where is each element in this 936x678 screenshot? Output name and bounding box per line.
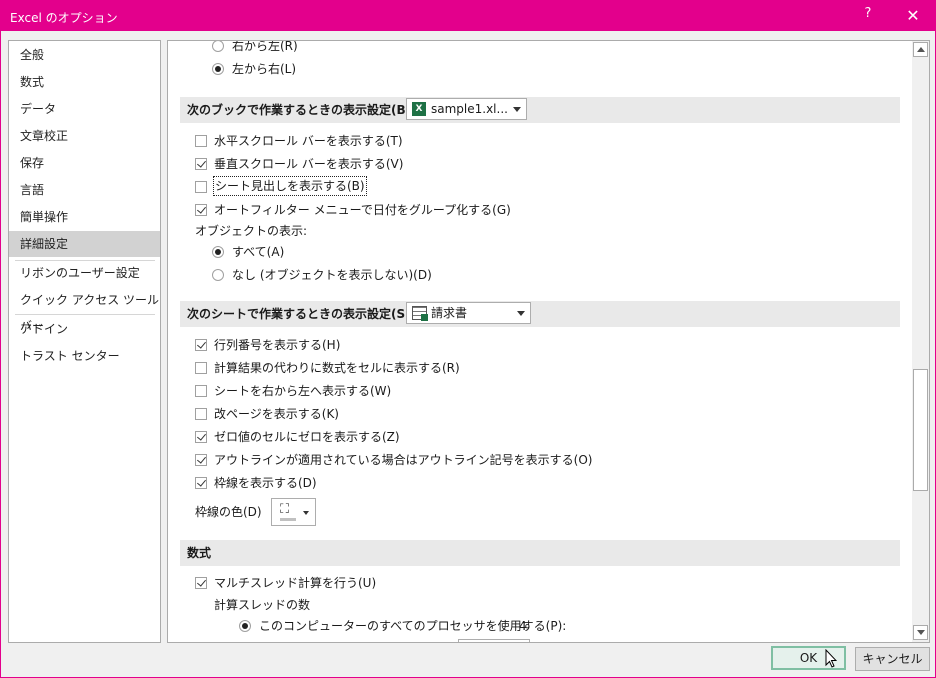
objects-all-radio[interactable] xyxy=(212,246,224,258)
sheet-tabs-checkbox[interactable] xyxy=(195,181,207,193)
sheet-tabs-label: シート見出しを表示する(B) xyxy=(213,176,367,196)
vscroll-checkbox[interactable] xyxy=(195,158,207,170)
rtl-label: 右から左(R) xyxy=(232,40,298,53)
chevron-down-icon xyxy=(303,511,309,515)
cancel-button[interactable]: キャンセル xyxy=(855,647,930,671)
rtl-sheet-checkbox[interactable] xyxy=(195,385,207,397)
mouse-cursor-icon xyxy=(825,649,837,668)
gridline-color-button[interactable]: ⛶ xyxy=(271,498,316,526)
gridline-color-label: 枠線の色(D) xyxy=(195,505,262,519)
all-processors-radio[interactable] xyxy=(239,620,251,632)
nav-item-customize-ribbon[interactable]: リボンのユーザー設定 xyxy=(9,260,160,286)
headers-checkbox[interactable] xyxy=(195,339,207,351)
window-title: Excel のオプション xyxy=(10,11,118,25)
close-button[interactable]: ✕ xyxy=(899,5,927,27)
zero-values-label: ゼロ値のセルにゼロを表示する(Z) xyxy=(214,430,400,444)
multithread-checkbox[interactable] xyxy=(195,577,207,589)
nav-item-general[interactable]: 全般 xyxy=(9,42,160,68)
page-breaks-checkbox[interactable] xyxy=(195,408,207,420)
thread-count-label: 計算スレッドの数 xyxy=(214,598,311,612)
nav-item-language[interactable]: 言語 xyxy=(9,177,160,203)
vscroll-label: 垂直スクロール バーを表示する(V) xyxy=(214,157,404,171)
category-nav: 全般 数式 データ 文章校正 保存 言語 簡単操作 詳細設定 リボンのユーザー設… xyxy=(8,40,161,643)
headers-label: 行列番号を表示する(H) xyxy=(214,338,341,352)
page-breaks-label: 改ページを表示する(K) xyxy=(214,407,339,421)
show-formulas-label: 計算結果の代わりに数式をセルに表示する(R) xyxy=(214,361,460,375)
vertical-scrollbar[interactable] xyxy=(912,41,929,642)
sheet-select-value: 請求書 xyxy=(431,306,468,320)
outline-symbols-label: アウトラインが適用されている場合はアウトライン記号を表示する(O) xyxy=(214,453,593,467)
options-content: 右から左(R) 左から右(L) 次のブックで作業するときの表示設定(B): X … xyxy=(167,40,930,643)
group-dates-label: オートフィルター メニューで日付をグループ化する(G) xyxy=(214,203,511,217)
workbook-select[interactable]: X sample1.xl... xyxy=(406,98,527,120)
ltr-label: 左から右(L) xyxy=(232,62,297,76)
help-button[interactable]: ? xyxy=(857,6,879,26)
nav-item-accessibility[interactable]: 簡単操作 xyxy=(9,204,160,230)
hscroll-checkbox[interactable] xyxy=(195,135,207,147)
gridlines-label: 枠線を表示する(D) xyxy=(214,476,317,490)
nav-item-save[interactable]: 保存 xyxy=(9,150,160,176)
processor-count: 4 xyxy=(519,619,527,633)
manual-thread-field[interactable] xyxy=(458,639,530,642)
excel-workbook-icon: X xyxy=(412,102,426,116)
formulas-section-heading: 数式 xyxy=(180,540,900,566)
excel-options-dialog: Excel のオプション ? ✕ 全般 数式 データ 文章校正 保存 言語 簡単… xyxy=(0,0,936,678)
objects-none-radio[interactable] xyxy=(212,269,224,281)
sheet-section-title: 次のシートで作業するときの表示設定(S): xyxy=(187,307,416,321)
gridlines-checkbox[interactable] xyxy=(195,477,207,489)
rtl-radio[interactable] xyxy=(212,41,224,52)
nav-separator xyxy=(15,314,155,315)
color-swatch xyxy=(280,518,296,521)
scroll-down-button[interactable] xyxy=(913,625,928,640)
multithread-label: マルチスレッド計算を行う(U) xyxy=(214,576,377,590)
paint-bucket-icon: ⛶ xyxy=(280,502,290,517)
nav-item-formulas[interactable]: 数式 xyxy=(9,69,160,95)
show-formulas-checkbox[interactable] xyxy=(195,362,207,374)
nav-item-trust-center[interactable]: トラスト センター xyxy=(9,343,160,369)
objects-display-label: オブジェクトの表示: xyxy=(195,224,308,238)
objects-all-label: すべて(A) xyxy=(232,245,285,259)
nav-item-advanced[interactable]: 詳細設定 xyxy=(9,231,160,257)
workbook-select-value: sample1.xl... xyxy=(431,102,508,116)
group-dates-checkbox[interactable] xyxy=(195,204,207,216)
ltr-radio[interactable] xyxy=(212,63,224,75)
nav-item-data[interactable]: データ xyxy=(9,96,160,122)
zero-values-checkbox[interactable] xyxy=(195,431,207,443)
hscroll-label: 水平スクロール バーを表示する(T) xyxy=(214,134,403,148)
scroll-thumb[interactable] xyxy=(913,369,928,491)
chevron-down-icon xyxy=(513,107,521,112)
objects-none-label: なし (オブジェクトを表示しない)(D) xyxy=(232,268,432,282)
scroll-up-button[interactable] xyxy=(913,42,928,57)
worksheet-icon xyxy=(412,306,428,321)
outline-symbols-checkbox[interactable] xyxy=(195,454,207,466)
sheet-select[interactable]: 請求書 xyxy=(406,302,531,324)
chevron-down-icon xyxy=(517,311,525,316)
formulas-section-title: 数式 xyxy=(187,546,212,560)
nav-item-addins[interactable]: アドイン xyxy=(9,316,160,342)
title-bar: Excel のオプション ? ✕ xyxy=(1,1,935,31)
nav-item-proofing[interactable]: 文章校正 xyxy=(9,123,160,149)
workbook-section-title: 次のブックで作業するときの表示設定(B): xyxy=(187,103,416,117)
sheet-display-section-heading: 次のシートで作業するときの表示設定(S): 請求書 xyxy=(180,301,900,327)
nav-item-quick-access-toolbar[interactable]: クイック アクセス ツール バー xyxy=(9,287,160,333)
workbook-display-section-heading: 次のブックで作業するときの表示設定(B): X sample1.xl... xyxy=(180,97,900,123)
rtl-sheet-label: シートを右から左へ表示する(W) xyxy=(214,384,392,398)
